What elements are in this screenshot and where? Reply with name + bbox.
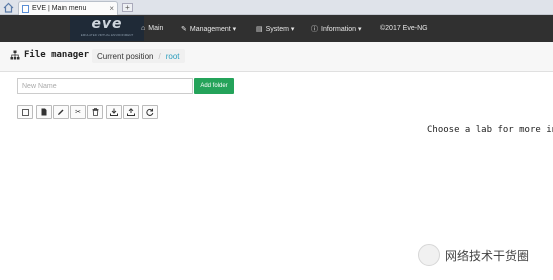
watermark: 网络技术干货圈 xyxy=(418,244,529,266)
hdd-icon: ▤ xyxy=(256,25,263,33)
download-button[interactable] xyxy=(106,105,122,119)
nav-system-label: System ▾ xyxy=(265,25,295,33)
new-file-button[interactable] xyxy=(36,105,52,119)
wechat-icon xyxy=(418,244,440,266)
breadcrumb-label: Current position xyxy=(97,51,154,61)
new-name-input[interactable] xyxy=(17,78,193,94)
rename-button[interactable] xyxy=(53,105,69,119)
nav-management-label: Management ▾ xyxy=(189,25,237,33)
browser-tab[interactable]: EVE | Main menu × xyxy=(18,1,118,15)
close-tab-icon[interactable]: × xyxy=(109,4,114,13)
watermark-text: 网络技术干货圈 xyxy=(445,248,530,263)
refresh-button[interactable] xyxy=(142,105,158,119)
home-icon: ⌂ xyxy=(141,25,146,32)
scissors-icon: ✂ xyxy=(75,109,81,116)
breadcrumb: Current position / root xyxy=(92,49,185,63)
page-header: File manager Current position / root xyxy=(0,42,553,72)
wrench-icon: ✎ xyxy=(181,25,187,33)
page-icon xyxy=(22,4,29,13)
logo-subtitle: EMULATED VIRTUAL ENVIRONMENT xyxy=(80,33,134,37)
select-all-icon xyxy=(21,108,29,116)
nav-information-label: Information ▾ xyxy=(321,25,362,33)
new-tab-button[interactable]: + xyxy=(122,3,133,12)
page-title: File manager xyxy=(24,50,90,60)
select-all-button[interactable] xyxy=(17,105,33,119)
upload-button[interactable] xyxy=(123,105,139,119)
browser-tab-title: EVE | Main menu xyxy=(32,5,87,12)
breadcrumb-separator: / xyxy=(158,51,161,61)
sitemap-icon xyxy=(10,50,20,60)
logo-text: eve xyxy=(91,16,123,32)
delete-button[interactable] xyxy=(87,105,103,119)
nav-copyright-label: ©2017 Eve-NG xyxy=(380,25,428,32)
lab-info-message: Choose a lab for more info xyxy=(427,125,553,135)
add-folder-button[interactable]: Add folder xyxy=(194,78,234,94)
info-circle-icon: ⓘ xyxy=(311,25,318,33)
cut-button[interactable]: ✂ xyxy=(70,105,86,119)
nav-information[interactable]: ⓘ Information ▾ xyxy=(311,15,361,42)
browser-tab-strip: EVE | Main menu × + xyxy=(0,0,553,15)
file-toolbar: ✂ xyxy=(17,105,159,119)
home-icon[interactable] xyxy=(3,2,14,13)
nav-system[interactable]: ▤ System ▾ xyxy=(256,15,294,42)
navbar: eve EMULATED VIRTUAL ENVIRONMENT ⌂ Main … xyxy=(0,15,553,42)
nav-copyright[interactable]: ©2017 Eve-NG xyxy=(380,15,428,42)
eve-logo[interactable]: eve EMULATED VIRTUAL ENVIRONMENT xyxy=(70,16,144,41)
download-icon xyxy=(110,108,118,116)
breadcrumb-current[interactable]: root xyxy=(166,52,180,61)
nav-main[interactable]: ⌂ Main xyxy=(141,15,163,42)
refresh-icon xyxy=(146,108,154,116)
nav-management[interactable]: ✎ Management ▾ xyxy=(181,15,236,42)
nav-main-label: Main xyxy=(148,25,164,32)
upload-icon xyxy=(127,108,135,116)
pencil-icon xyxy=(58,109,64,115)
trash-icon xyxy=(92,108,98,116)
file-icon xyxy=(41,108,47,116)
